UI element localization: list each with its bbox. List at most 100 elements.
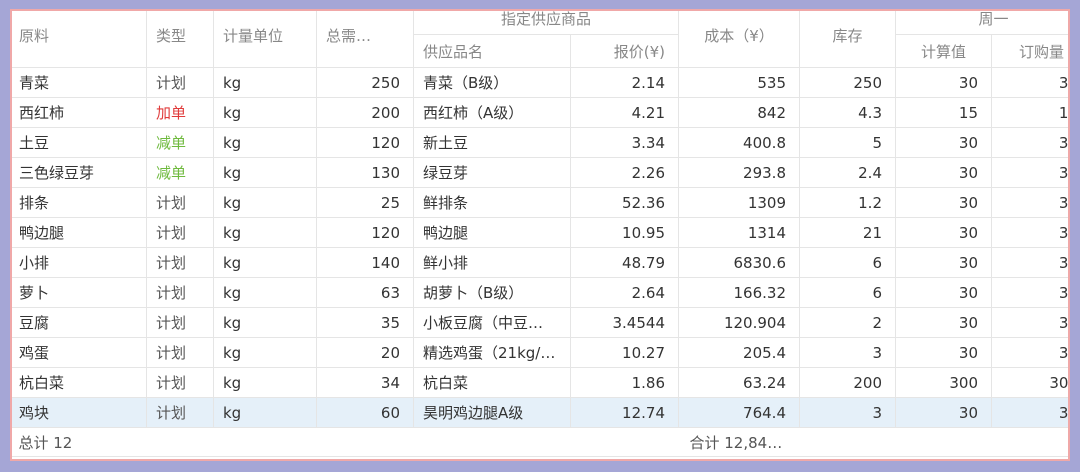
table-row[interactable]: 青菜计划kg250青菜（B级）2.145352503030 (12, 67, 1068, 98)
cell-type: 减单 (146, 127, 214, 158)
cell-price: 4.21 (570, 97, 679, 128)
cell-supplier: 西红柿（A级） (413, 97, 571, 128)
table-row[interactable]: 杭白菜计划kg34杭白菜1.8663.24200300300 (12, 367, 1068, 398)
table-row[interactable]: 鸡块计划kg60昊明鸡边腿A级12.74764.433030 (12, 397, 1068, 428)
cell-material: 豆腐 (12, 307, 147, 338)
cell-stock: 5 (799, 127, 896, 158)
cell-stock: 2 (799, 307, 896, 338)
cell-cost: 1314 (678, 217, 800, 248)
col-header-cost[interactable]: 成本（¥） (678, 11, 800, 68)
cell-unit: kg (213, 307, 317, 338)
table-footer: 总计 12 合计 12,84… (12, 427, 1068, 457)
cell-price: 1.86 (570, 367, 679, 398)
cell-material: 鸡块 (12, 397, 147, 428)
cell-cost: 205.4 (678, 337, 800, 368)
cell-calc: 30 (895, 157, 992, 188)
cell-order: 30 (991, 67, 1068, 98)
table-row[interactable]: 豆腐计划kg35小板豆腐（中豆…3.4544120.90423030 (12, 307, 1068, 338)
col-header-total[interactable]: 总需… (316, 11, 414, 68)
cell-material: 小排 (12, 247, 147, 278)
cell-price: 52.36 (570, 187, 679, 218)
cell-supplier: 杭白菜 (413, 367, 571, 398)
cell-type: 计划 (146, 217, 214, 248)
cell-unit: kg (213, 157, 317, 188)
cell-order: 15 (991, 97, 1068, 128)
cell-calc: 300 (895, 367, 992, 398)
cell-price: 2.14 (570, 67, 679, 98)
table-row[interactable]: 萝卜计划kg63胡萝卜（B级）2.64166.3263030 (12, 277, 1068, 308)
cell-type: 计划 (146, 397, 214, 428)
cell-unit: kg (213, 277, 317, 308)
cell-order: 30 (991, 217, 1068, 248)
col-header-unit[interactable]: 计量单位 (213, 11, 317, 68)
cell-unit: kg (213, 67, 317, 98)
cell-order: 30 (991, 337, 1068, 368)
cell-order: 30 (991, 187, 1068, 218)
cell-stock: 6 (799, 247, 896, 278)
cell-total: 20 (316, 337, 414, 368)
cell-price: 3.34 (570, 127, 679, 158)
cell-cost: 63.24 (678, 367, 800, 398)
col-header-calc[interactable]: 计算值 (895, 34, 992, 68)
cell-stock: 2.4 (799, 157, 896, 188)
cell-total: 25 (316, 187, 414, 218)
table-row[interactable]: 排条计划kg25鲜排条52.3613091.23030 (12, 187, 1068, 218)
cell-cost: 293.8 (678, 157, 800, 188)
col-header-price[interactable]: 报价(¥) (570, 34, 679, 68)
cell-stock: 200 (799, 367, 896, 398)
col-group-weekday: 周一 (895, 11, 1068, 35)
cell-order: 30 (991, 247, 1068, 278)
cell-stock: 250 (799, 67, 896, 98)
col-header-order[interactable]: 订购量 (991, 34, 1068, 68)
cell-material: 西红柿 (12, 97, 147, 128)
table-row[interactable]: 鸡蛋计划kg20精选鸡蛋（21kg/…10.27205.433030 (12, 337, 1068, 368)
table-row[interactable]: 西红柿加单kg200西红柿（A级）4.218424.31515 (12, 97, 1068, 128)
cell-unit: kg (213, 97, 317, 128)
cell-total: 140 (316, 247, 414, 278)
cell-stock: 4.3 (799, 97, 896, 128)
cell-calc: 30 (895, 67, 992, 98)
cell-order: 300 (991, 367, 1068, 398)
cell-calc: 30 (895, 217, 992, 248)
cell-total: 35 (316, 307, 414, 338)
col-header-material[interactable]: 原料 (12, 11, 147, 68)
cell-stock: 3 (799, 397, 896, 428)
table-row[interactable]: 鸭边腿计划kg120鸭边腿10.951314213030 (12, 217, 1068, 248)
table-row[interactable]: 土豆减单kg120新土豆3.34400.853030 (12, 127, 1068, 158)
col-header-type[interactable]: 类型 (146, 11, 214, 68)
cell-price: 12.74 (570, 397, 679, 428)
cell-cost: 400.8 (678, 127, 800, 158)
cell-type: 计划 (146, 277, 214, 308)
data-grid: 原料 类型 计量单位 总需… 指定供应商品 成本（¥） 库存 周一 供应品名 报… (10, 9, 1070, 461)
col-group-supplier: 指定供应商品 (413, 11, 679, 35)
cell-calc: 30 (895, 397, 992, 428)
cell-supplier: 鸭边腿 (413, 217, 571, 248)
cell-supplier: 胡萝卜（B级） (413, 277, 571, 308)
cell-total: 130 (316, 157, 414, 188)
cell-order: 30 (991, 157, 1068, 188)
cell-material: 鸡蛋 (12, 337, 147, 368)
cell-order: 30 (991, 307, 1068, 338)
cell-order: 30 (991, 397, 1068, 428)
col-header-stock[interactable]: 库存 (799, 11, 896, 68)
cell-supplier: 鲜排条 (413, 187, 571, 218)
cell-total: 34 (316, 367, 414, 398)
cell-order: 30 (991, 127, 1068, 158)
cell-supplier: 新土豆 (413, 127, 571, 158)
cell-price: 48.79 (570, 247, 679, 278)
cell-supplier: 鲜小排 (413, 247, 571, 278)
cell-price: 3.4544 (570, 307, 679, 338)
cell-material: 排条 (12, 187, 147, 218)
cell-unit: kg (213, 337, 317, 368)
cell-cost: 1309 (678, 187, 800, 218)
cell-total: 250 (316, 67, 414, 98)
footer-count: 总计 12 (12, 427, 679, 457)
cell-stock: 6 (799, 277, 896, 308)
table-row[interactable]: 小排计划kg140鲜小排48.796830.663030 (12, 247, 1068, 278)
col-header-supplier-name[interactable]: 供应品名 (413, 34, 571, 68)
cell-unit: kg (213, 217, 317, 248)
cell-supplier: 青菜（B级） (413, 67, 571, 98)
cell-cost: 764.4 (678, 397, 800, 428)
table-row[interactable]: 三色绿豆芽减单kg130绿豆芽2.26293.82.43030 (12, 157, 1068, 188)
window-frame: 原料 类型 计量单位 总需… 指定供应商品 成本（¥） 库存 周一 供应品名 报… (0, 0, 1080, 472)
